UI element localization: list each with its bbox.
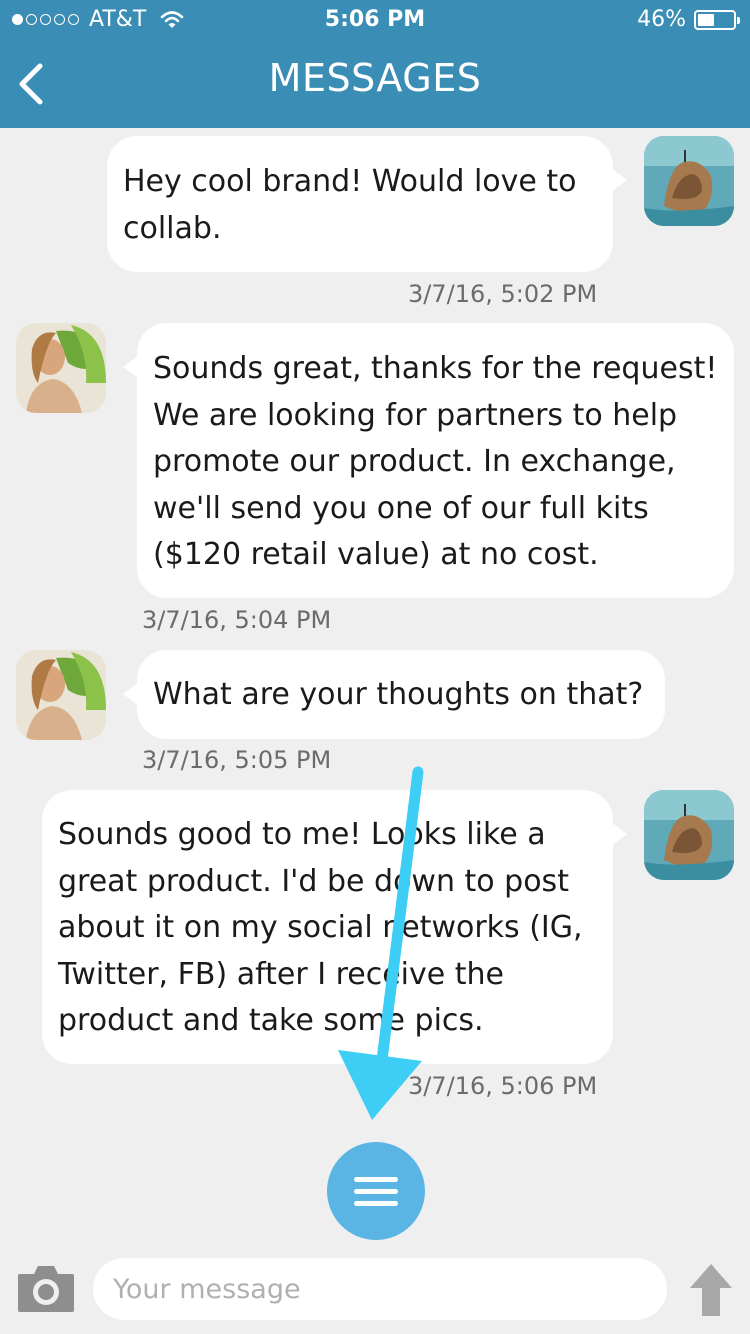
message-text: Sounds good to me! Looks like a great pr… (58, 817, 583, 1038)
menu-button[interactable] (327, 1142, 425, 1240)
rock-island-photo (644, 790, 734, 880)
page-title: MESSAGES (268, 56, 482, 100)
rock-island-photo (644, 136, 734, 226)
message-timestamp: 3/7/16, 5:05 PM (142, 746, 332, 774)
camera-icon (18, 1266, 74, 1312)
status-right: 46% (637, 7, 740, 32)
user-avatar[interactable] (644, 136, 734, 226)
message-input[interactable] (93, 1258, 667, 1320)
message-bubble-received: What are your thoughts on that? (123, 650, 665, 739)
up-arrow-icon (690, 1264, 732, 1316)
message-bubble-sent: Sounds good to me! Looks like a great pr… (42, 790, 627, 1064)
hamburger-menu-icon (354, 1177, 398, 1182)
battery-tip (737, 16, 740, 24)
hamburger-menu-icon (354, 1189, 398, 1194)
woman-portrait-photo (16, 323, 106, 413)
woman-portrait-photo (16, 650, 106, 740)
send-button[interactable] (688, 1262, 734, 1318)
message-composer (0, 1244, 750, 1334)
message-bubble-received: Sounds great, thanks for the request! We… (123, 323, 734, 598)
status-bar: AT&T 5:06 PM 46% (0, 0, 750, 40)
bubble-tail (123, 682, 139, 706)
contact-avatar[interactable] (16, 323, 106, 413)
message-timestamp: 3/7/16, 5:02 PM (408, 280, 598, 308)
hamburger-menu-icon (354, 1201, 398, 1206)
message-timestamp: 3/7/16, 5:04 PM (142, 606, 332, 634)
battery-percent: 46% (637, 7, 686, 32)
battery-fill (698, 13, 714, 26)
bubble-tail (611, 168, 627, 192)
camera-button[interactable] (16, 1262, 76, 1314)
bubble-tail (611, 822, 627, 846)
message-text: What are your thoughts on that? (153, 677, 644, 712)
message-timestamp: 3/7/16, 5:06 PM (408, 1072, 598, 1100)
message-text: Sounds great, thanks for the request! We… (153, 351, 718, 572)
message-bubble-sent: Hey cool brand! Would love to collab. (107, 136, 627, 272)
user-avatar[interactable] (644, 790, 734, 880)
app-header: AT&T 5:06 PM 46% MESSAGES (0, 0, 750, 128)
bubble-tail (123, 355, 139, 379)
contact-avatar[interactable] (16, 650, 106, 740)
message-text: Hey cool brand! Would love to collab. (123, 164, 577, 246)
battery-icon (694, 9, 740, 30)
